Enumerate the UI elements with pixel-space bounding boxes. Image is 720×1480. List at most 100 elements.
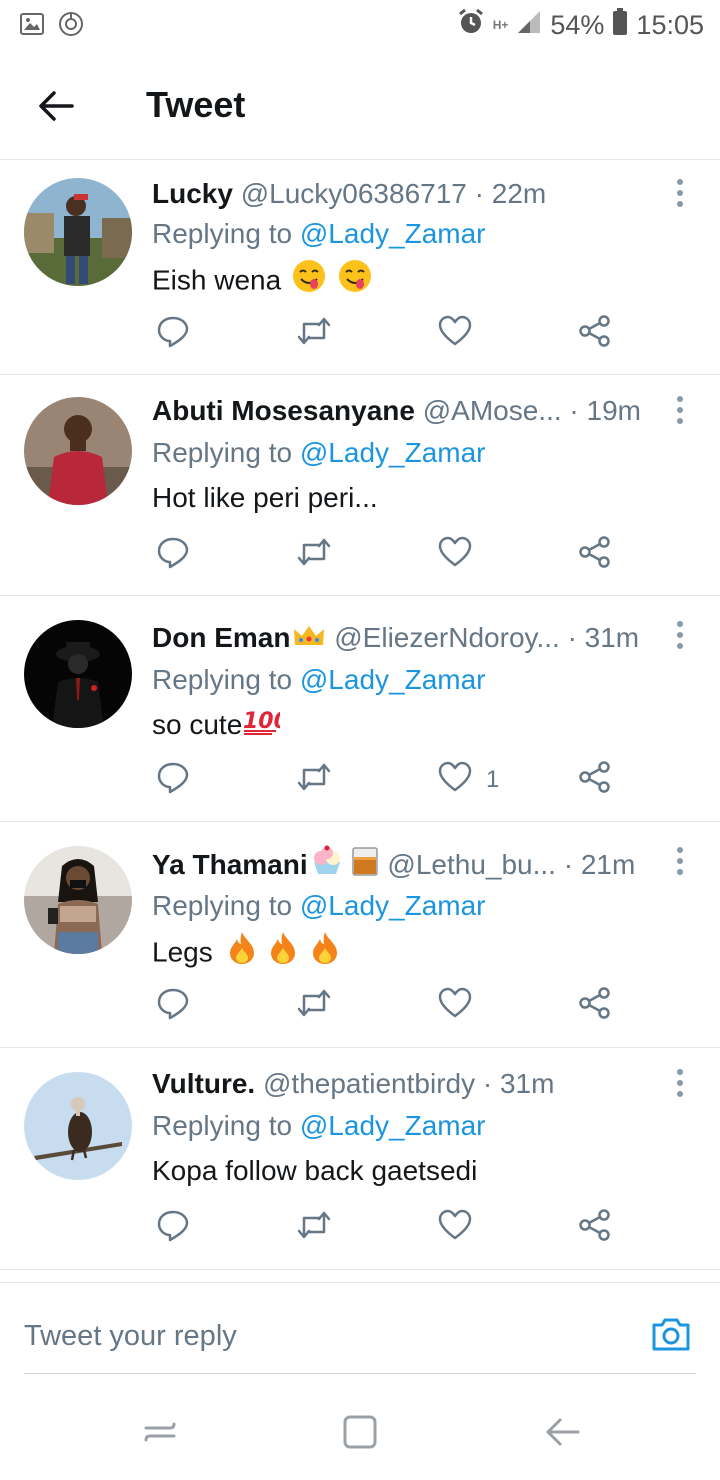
reply-icon xyxy=(156,314,190,355)
replying-to: Replying to @Lady_Zamar xyxy=(152,214,485,254)
alarm-icon xyxy=(457,8,485,43)
input-underline xyxy=(24,1373,696,1374)
retweet-button[interactable] xyxy=(296,1208,332,1248)
like-count: 1 xyxy=(486,766,500,793)
replying-to-label: Replying to xyxy=(152,1110,293,1141)
share-button[interactable] xyxy=(578,760,612,800)
share-button[interactable] xyxy=(578,314,612,354)
reply-button[interactable] xyxy=(156,535,190,575)
reply-composer xyxy=(0,1282,720,1382)
avatar[interactable] xyxy=(24,1072,132,1180)
more-options-icon[interactable] xyxy=(670,393,690,429)
tweet-body: Legs xyxy=(152,936,213,968)
tweet-text: Legs xyxy=(152,930,340,978)
replying-to-label: Replying to xyxy=(152,218,293,249)
tweet-reply[interactable]: Ya Thamani @Lethu_bu... · 21m Replying t… xyxy=(0,822,720,1048)
retweet-icon xyxy=(296,535,332,576)
camera-icon[interactable] xyxy=(650,1313,692,1355)
tweet-header: Abuti Mosesanyane @AMose... · 19m xyxy=(152,391,662,431)
display-name[interactable]: Ya Thamani xyxy=(152,849,308,880)
retweet-icon xyxy=(296,1208,332,1249)
system-nav-bar xyxy=(0,1390,720,1480)
display-name[interactable]: Abuti Mosesanyane xyxy=(152,395,415,426)
display-name[interactable]: Lucky xyxy=(152,178,233,209)
recent-apps-icon[interactable] xyxy=(140,1412,180,1452)
more-options-icon[interactable] xyxy=(670,618,690,654)
avatar[interactable] xyxy=(24,846,132,954)
avatar[interactable] xyxy=(24,178,132,286)
share-button[interactable] xyxy=(578,986,612,1026)
fire-emoji xyxy=(227,930,257,978)
handle[interactable]: @thepatientbirdy xyxy=(263,1068,475,1099)
fire-emoji xyxy=(310,930,340,978)
handle[interactable]: @Lucky06386717 xyxy=(241,178,467,209)
reply-button[interactable] xyxy=(156,986,190,1026)
retweet-button[interactable] xyxy=(296,535,332,575)
replying-to: Replying to @Lady_Zamar xyxy=(152,433,485,473)
retweet-button[interactable] xyxy=(296,986,332,1026)
more-options-icon[interactable] xyxy=(670,1066,690,1102)
more-options-icon[interactable] xyxy=(670,176,690,212)
system-back-icon[interactable] xyxy=(542,1412,582,1452)
ice-cream-emoji xyxy=(310,844,344,884)
display-name[interactable]: Vulture. xyxy=(152,1068,255,1099)
clock: 15:05 xyxy=(636,10,704,40)
avatar[interactable] xyxy=(24,397,132,505)
tweet-text: so cute100 xyxy=(152,704,289,748)
retweet-icon xyxy=(296,986,332,1027)
tweet-reply[interactable]: Don Eman @EliezerNdoroy... · 31m Replyin… xyxy=(0,596,720,822)
yum-emoji xyxy=(291,258,327,306)
mention-link[interactable]: @Lady_Zamar xyxy=(300,218,486,249)
fire-emoji xyxy=(268,930,298,978)
handle[interactable]: @Lethu_bu... xyxy=(387,849,556,880)
like-button[interactable] xyxy=(438,535,486,575)
reply-button[interactable] xyxy=(156,1208,190,1248)
heart-icon xyxy=(438,315,472,354)
handle[interactable]: @EliezerNdoroy... xyxy=(334,622,560,653)
replying-to-label: Replying to xyxy=(152,890,293,921)
tweet-body: Hot like peri peri... xyxy=(152,482,378,513)
like-button[interactable]: 1 xyxy=(438,760,499,800)
share-button[interactable] xyxy=(578,535,612,575)
mention-link[interactable]: @Lady_Zamar xyxy=(300,1110,486,1141)
home-icon[interactable] xyxy=(340,1412,380,1452)
tweet-header: Don Eman @EliezerNdoroy... · 31m xyxy=(152,618,662,658)
avatar[interactable] xyxy=(24,620,132,728)
back-arrow-icon[interactable] xyxy=(34,84,78,128)
hundred-points-emoji: 100 xyxy=(242,706,289,748)
tweet-reply[interactable]: Vulture. @thepatientbirdy · 31m Replying… xyxy=(0,1048,720,1270)
display-name[interactable]: Don Eman xyxy=(152,622,290,653)
whisky-glass-emoji xyxy=(350,844,380,884)
replying-to: Replying to @Lady_Zamar xyxy=(152,886,485,926)
tweet-actions xyxy=(152,535,622,575)
timestamp: · 31m xyxy=(567,622,640,653)
reply-icon xyxy=(156,1208,190,1249)
mention-link[interactable]: @Lady_Zamar xyxy=(300,664,486,695)
share-icon xyxy=(578,314,612,355)
share-button[interactable] xyxy=(578,1208,612,1248)
handle[interactable]: @AMose... xyxy=(423,395,562,426)
crown-emoji xyxy=(292,620,326,658)
tweet-actions xyxy=(152,1208,622,1248)
like-button[interactable] xyxy=(438,1208,486,1248)
mention-link[interactable]: @Lady_Zamar xyxy=(300,437,486,468)
reply-button[interactable] xyxy=(156,314,190,354)
heart-icon xyxy=(438,1209,472,1248)
tweet-reply[interactable]: Abuti Mosesanyane @AMose... · 19m Replyi… xyxy=(0,375,720,596)
reply-input[interactable] xyxy=(24,1311,624,1361)
tweet-actions xyxy=(152,986,622,1026)
retweet-icon xyxy=(296,314,332,355)
like-button[interactable] xyxy=(438,314,486,354)
reply-icon xyxy=(156,760,190,801)
tweet-text: Kopa follow back gaetsedi xyxy=(152,1150,477,1192)
retweet-button[interactable] xyxy=(296,760,332,800)
tweet-text: Eish wena xyxy=(152,258,373,306)
reply-button[interactable] xyxy=(156,760,190,800)
share-icon xyxy=(578,535,612,576)
more-options-icon[interactable] xyxy=(670,844,690,880)
tweet-text: Hot like peri peri... xyxy=(152,477,378,519)
like-button[interactable] xyxy=(438,986,486,1026)
retweet-button[interactable] xyxy=(296,314,332,354)
tweet-reply[interactable]: Lucky @Lucky06386717 · 22m Replying to @… xyxy=(0,160,720,375)
mention-link[interactable]: @Lady_Zamar xyxy=(300,890,486,921)
